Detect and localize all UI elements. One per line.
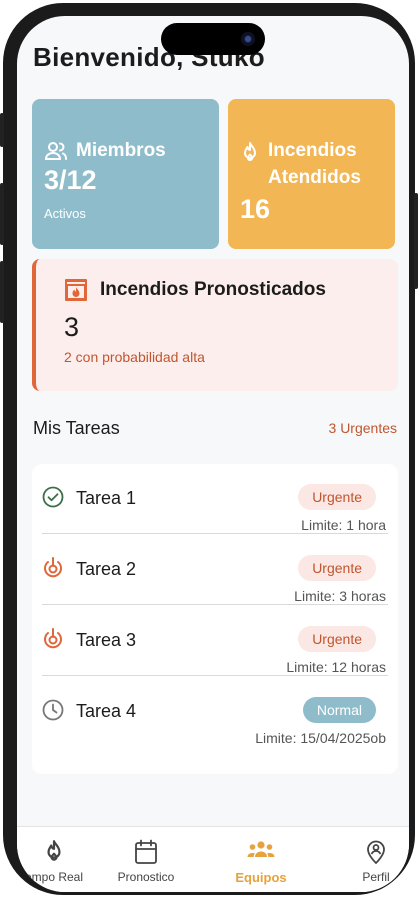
nav-label: Pronostico <box>117 870 175 884</box>
nav-item-pronostico[interactable]: Pronostico <box>101 827 191 892</box>
members-card[interactable]: Miembros 3/12 Activos <box>32 99 219 249</box>
members-label: Miembros <box>76 140 166 161</box>
priority-badge: Urgente <box>298 626 376 652</box>
members-card-title: Miembros <box>44 137 166 164</box>
alarm-icon <box>44 557 62 578</box>
fires-attended-card[interactable]: Incendios Atendidos 16 <box>228 99 395 249</box>
phone-action-button <box>0 113 4 147</box>
tasks-list: Tarea 1 Urgente Limite: 1 hora Tarea 2 U… <box>32 464 398 774</box>
app-screen: Bienvenido, Stuko Miembros 3/12 Activos <box>17 16 409 892</box>
flame-icon <box>244 142 256 161</box>
phone-volume-down-button <box>0 261 4 323</box>
flame-icon <box>47 840 61 861</box>
calendar-icon <box>135 839 157 864</box>
alarm-icon <box>44 628 62 649</box>
forecast-title: Incendios Pronosticados <box>64 278 326 302</box>
fires-attended-label: Incendios Atendidos <box>268 140 361 188</box>
phone-volume-up-button <box>0 183 4 245</box>
priority-badge: Urgente <box>298 555 376 581</box>
priority-badge: Normal <box>302 697 376 723</box>
task-limit: Limite: 12 horas <box>286 659 386 675</box>
divider <box>42 533 388 534</box>
bottom-nav: empo Real Pronostico Equipos Perfil <box>17 826 409 892</box>
tasks-section-title: Mis Tareas <box>33 418 120 438</box>
fires-attended-title: Incendios Atendidos <box>240 137 378 191</box>
nav-label: empo Real <box>24 870 84 884</box>
location-person-icon <box>367 840 385 865</box>
task-limit: Limite: 15/04/2025ob <box>255 730 386 746</box>
forecast-value: 3 <box>64 312 80 342</box>
forecast-card[interactable]: Incendios Pronosticados 3 2 con probabil… <box>32 259 398 391</box>
divider <box>42 604 388 605</box>
nav-label: Equipos <box>235 870 287 885</box>
forecast-sub: 2 con probabilidad alta <box>64 349 205 365</box>
nav-label: Perfil <box>362 870 390 884</box>
clock-icon <box>42 699 64 721</box>
task-name: Tarea 2 <box>76 559 137 579</box>
fires-attended-value: 16 <box>240 194 271 224</box>
team-icon <box>247 841 275 857</box>
nav-item-tiempo-real[interactable]: empo Real <box>17 827 99 892</box>
divider <box>42 675 388 676</box>
users-icon <box>44 142 67 160</box>
dynamic-island <box>161 23 265 55</box>
members-value: 3/12 <box>44 165 97 195</box>
forecast-label: Incendios Pronosticados <box>100 279 326 300</box>
front-camera <box>241 32 255 46</box>
nav-item-perfil[interactable]: Perfil <box>331 827 409 892</box>
members-sub: Activos <box>44 206 86 221</box>
task-name: Tarea 3 <box>76 630 137 650</box>
fireplace-icon <box>65 279 87 301</box>
urgent-count-link[interactable]: 3 Urgentes <box>329 420 397 436</box>
task-name: Tarea 4 <box>76 701 137 721</box>
task-limit: Limite: 1 hora <box>301 517 386 533</box>
task-limit: Limite: 3 horas <box>294 588 386 604</box>
task-row[interactable]: Tarea 4 Normal Limite: 15/04/2025ob <box>42 677 388 747</box>
task-row[interactable]: Tarea 1 Urgente Limite: 1 hora <box>42 464 388 534</box>
check-circle-icon <box>42 486 64 508</box>
nav-item-equipos[interactable]: Equipos <box>216 827 306 892</box>
task-row[interactable]: Tarea 2 Urgente Limite: 3 horas <box>42 535 388 605</box>
task-row[interactable]: Tarea 3 Urgente Limite: 12 horas <box>42 606 388 676</box>
task-name: Tarea 1 <box>76 488 137 508</box>
phone-frame: Bienvenido, Stuko Miembros 3/12 Activos <box>0 3 418 895</box>
phone-power-button <box>414 193 418 289</box>
priority-badge: Urgente <box>298 484 376 510</box>
